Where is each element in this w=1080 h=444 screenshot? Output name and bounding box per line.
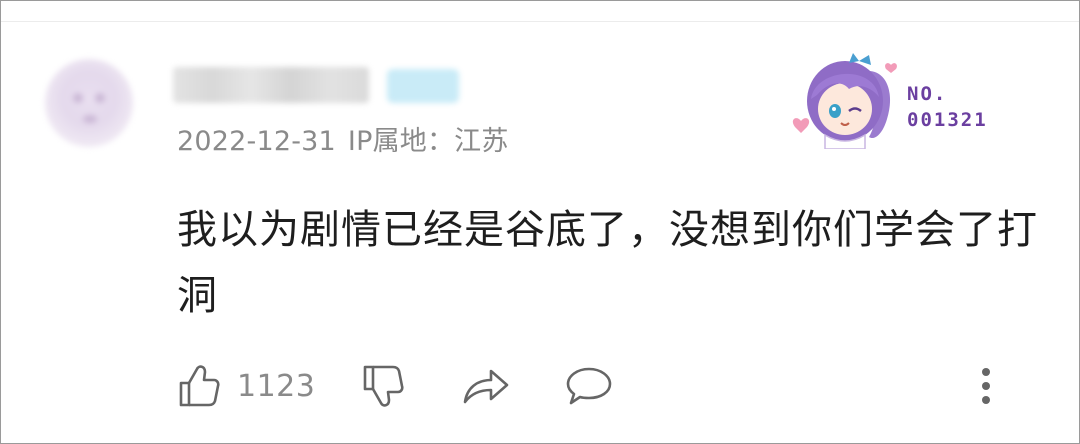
like-count: 1123: [237, 368, 316, 404]
comment-meta: 2022-12-31 IP属地：江苏: [177, 119, 521, 158]
username-redacted[interactable]: [173, 67, 369, 103]
reply-button[interactable]: [565, 356, 613, 416]
comment-date: 2022-12-31: [177, 126, 336, 157]
more-options-button[interactable]: [979, 356, 993, 416]
comment-text: 我以为剧情已经是谷底了，没想到你们学会了打洞: [177, 207, 1038, 319]
like-button[interactable]: 1123: [177, 356, 315, 416]
thumbs-up-icon: [179, 365, 220, 407]
comment-actions: 1123: [1, 356, 1080, 416]
fan-number-prefix: NO.: [907, 83, 948, 105]
comment-card: 2022-12-31 IP属地：江苏 NO. 001321 我以为剧情已经是谷底…: [0, 0, 1080, 444]
ip-location: IP属地：江苏: [347, 126, 509, 157]
share-icon: [463, 369, 509, 404]
fan-number-value: 001321: [907, 109, 988, 131]
avatar[interactable]: [45, 59, 133, 147]
share-button[interactable]: [461, 356, 511, 416]
reply-icon: [566, 367, 612, 405]
more-icon: [982, 368, 990, 404]
user-level-badge-redacted: [387, 69, 459, 103]
fan-number: NO. 001321: [907, 81, 988, 133]
thumbs-down-icon: [363, 365, 404, 407]
anime-girl-icon: [792, 53, 897, 150]
divider: [1, 21, 1079, 22]
dislike-button[interactable]: [361, 356, 405, 416]
